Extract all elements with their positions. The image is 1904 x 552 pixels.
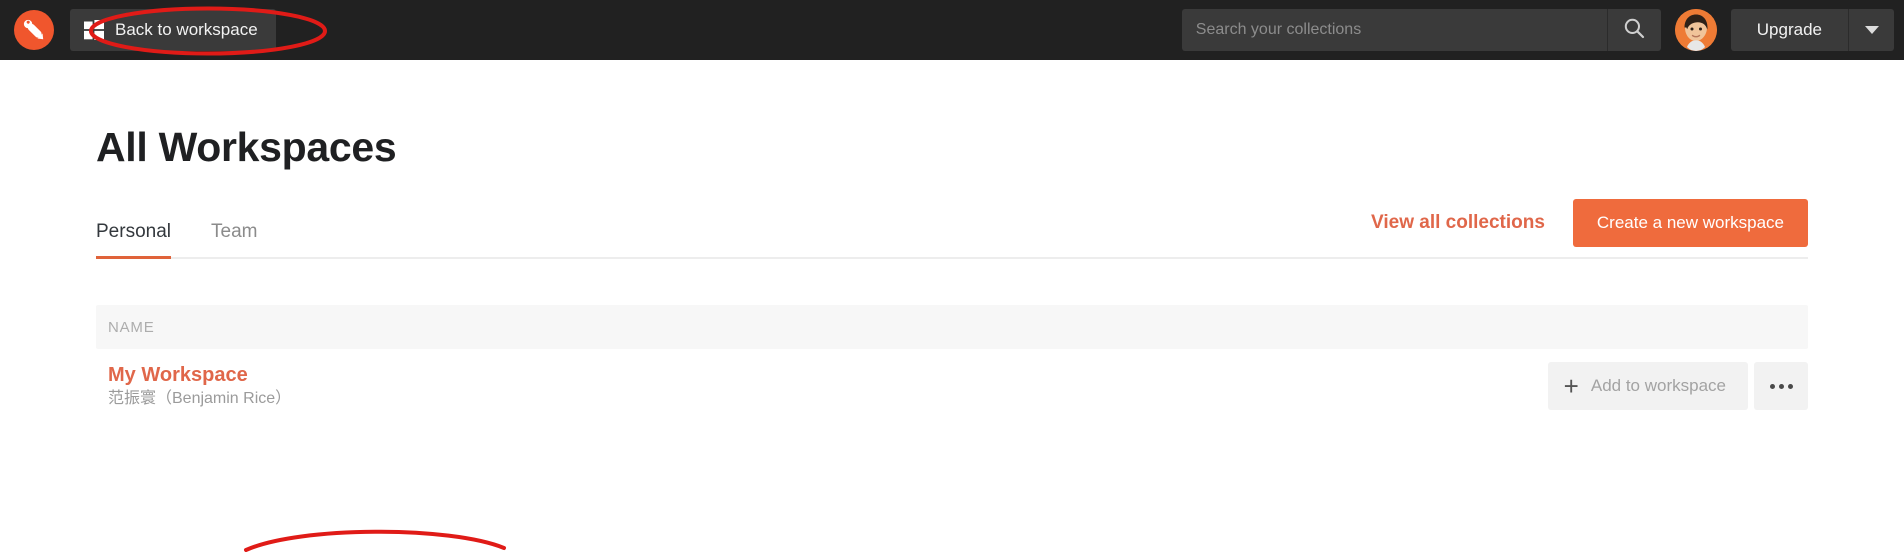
postman-rocket-icon	[14, 10, 54, 50]
workspace-owner-label: 范振寰（Benjamin Rice）	[108, 390, 292, 408]
back-to-workspace-label: Back to workspace	[115, 20, 258, 39]
workspace-name-link[interactable]: My Workspace	[108, 364, 291, 386]
tabs: Personal Team	[96, 209, 297, 259]
app-logo[interactable]	[0, 10, 68, 50]
upgrade-label: Upgrade	[1756, 20, 1822, 39]
add-to-workspace-label: Add to workspace	[1590, 376, 1726, 395]
search-button[interactable]	[1606, 9, 1661, 51]
avatar[interactable]	[1674, 9, 1717, 51]
search-input[interactable]	[1195, 21, 1593, 39]
chevron-down-icon	[1864, 26, 1879, 34]
create-workspace-button[interactable]: Create a new workspace	[1572, 199, 1808, 247]
workspaces-table: NAME My Workspace 范振寰（Benjamin Rice） + A…	[96, 305, 1808, 417]
view-all-collections-link[interactable]: View all collections	[1371, 212, 1545, 234]
ellipsis-icon	[1769, 383, 1793, 389]
plus-icon: +	[1563, 371, 1579, 401]
tab-personal[interactable]: Personal	[96, 221, 171, 259]
row-actions: + Add to workspace	[1547, 362, 1808, 410]
page-actions: View all collections Create a new worksp…	[1371, 199, 1808, 257]
back-to-workspace-button[interactable]: Back to workspace	[70, 9, 276, 51]
account-menu-button[interactable]	[1848, 9, 1894, 51]
upgrade-button[interactable]: Upgrade	[1730, 9, 1848, 51]
tab-team-label: Team	[211, 221, 258, 242]
top-bar-right: Upgrade	[1181, 0, 1904, 60]
search-box[interactable]	[1181, 9, 1607, 51]
tab-personal-label: Personal	[96, 221, 171, 242]
add-to-workspace-button[interactable]: + Add to workspace	[1547, 362, 1748, 410]
table-row: My Workspace 范振寰（Benjamin Rice） + Add to…	[96, 355, 1808, 417]
table-header: NAME	[96, 305, 1808, 349]
page-content: All Workspaces Personal Team View all co…	[0, 124, 1904, 417]
column-header-name: NAME	[108, 318, 155, 336]
tabs-row: Personal Team View all collections Creat…	[96, 199, 1808, 259]
search-icon	[1623, 17, 1645, 44]
top-bar: Back to workspace Search your collection…	[0, 0, 1904, 60]
windows-grid-icon	[84, 20, 104, 40]
red-arc-highlight-bottom	[244, 529, 506, 552]
tab-team[interactable]: Team	[211, 221, 257, 259]
workspace-name-cell: My Workspace 范振寰（Benjamin Rice）	[108, 364, 291, 408]
row-more-button[interactable]	[1754, 362, 1808, 410]
page-title: All Workspaces	[96, 124, 397, 170]
